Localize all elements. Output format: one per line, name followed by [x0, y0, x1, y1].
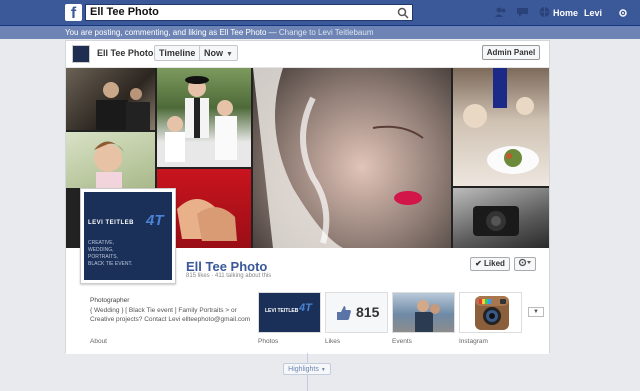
more-apps-button[interactable]: ▼: [528, 307, 544, 317]
check-icon: ✔: [475, 259, 482, 268]
chevron-down-icon: ▼: [226, 51, 233, 58]
photos-tile-logo-text: LEVI TEITLEB: [265, 308, 299, 314]
logo-mark: 4T: [146, 212, 164, 229]
gear-icon: [518, 258, 531, 267]
thumbs-up-icon: [337, 306, 351, 320]
cover-photo-tile: [157, 68, 251, 167]
likes-count: 815: [356, 304, 380, 320]
now-dropdown[interactable]: Now ▼: [199, 45, 238, 61]
instagram-icon: [475, 296, 509, 330]
logo-text: LEVI TEITLEB: [88, 220, 135, 226]
search-value: Ell Tee Photo: [90, 6, 159, 18]
messages-icon[interactable]: [516, 6, 529, 18]
liked-label: Liked: [484, 259, 505, 268]
friend-requests-icon[interactable]: [494, 6, 507, 18]
search-input[interactable]: Ell Tee Photo: [85, 4, 413, 21]
toolbar-page-name[interactable]: Ell Tee Photo: [97, 45, 153, 61]
photos-tile-logo-mark: 4T: [299, 302, 312, 314]
cover-photo-tile: [66, 68, 155, 130]
cover-photo-tile: [66, 132, 155, 188]
notifications-icon[interactable]: [538, 6, 551, 18]
page-title: Ell Tee Photo: [186, 259, 268, 274]
search-icon[interactable]: [397, 7, 409, 19]
likes-app-label[interactable]: Likes: [325, 338, 340, 345]
timeline-label: Timeline: [159, 48, 196, 58]
cover-photo-tile: [453, 68, 549, 186]
logo-tagline: CREATIVE, WEDDING, PORTRAITS, BLACK TIE …: [88, 240, 133, 267]
page-settings-button[interactable]: [514, 257, 536, 271]
page-toolbar: Ell Tee Photo Timeline ▼ Now▼ Admin Panel: [66, 41, 549, 68]
highlights-label: Highlights: [288, 366, 319, 373]
facebook-logo[interactable]: f: [65, 4, 82, 21]
account-settings-icon[interactable]: [618, 8, 628, 18]
likes-app-tile[interactable]: 815: [325, 292, 388, 333]
profile-picture[interactable]: LEVI TEITLEB 4T CREATIVE, WEDDING, PORTR…: [80, 188, 176, 284]
instagram-app-label[interactable]: Instagram: [459, 338, 488, 345]
chevron-down-icon: ▼: [320, 367, 326, 373]
about-tab[interactable]: About: [90, 338, 107, 345]
admin-panel-button[interactable]: Admin Panel: [482, 45, 540, 60]
switch-identity-link[interactable]: Change to Levi Teitlebaum: [279, 28, 374, 37]
photos-app-label[interactable]: Photos: [258, 338, 278, 345]
now-label: Now: [204, 48, 223, 58]
highlights-dropdown[interactable]: Highlights ▼: [283, 363, 331, 375]
home-link[interactable]: Home: [553, 8, 578, 18]
page-logo: LEVI TEITLEB 4T CREATIVE, WEDDING, PORTR…: [84, 192, 172, 280]
cover-photo-tile: [253, 68, 451, 248]
page-thumbnail[interactable]: [72, 45, 90, 63]
about-section: Photographer { Wedding } [ Black Tie eve…: [66, 292, 549, 354]
photos-app-tile[interactable]: LEVI TEITLEB 4T: [258, 292, 321, 333]
page-timeline-card: Ell Tee Photo Timeline▼ Now▼ Admin Panel: [65, 40, 550, 354]
events-app-label[interactable]: Events: [392, 338, 412, 345]
instagram-app-tile[interactable]: [459, 292, 522, 333]
top-bar: f Ell Tee Photo Home Levi: [0, 0, 640, 26]
notice-text: You are posting, commenting, and liking …: [65, 28, 279, 37]
liked-button[interactable]: ✔ Liked: [470, 257, 510, 271]
chevron-down-icon: ▼: [533, 309, 539, 315]
page-category: Photographer: [90, 297, 130, 304]
acting-as-notice: You are posting, commenting, and liking …: [0, 26, 640, 39]
cover-photo-tile: [453, 188, 549, 248]
page-description: { Wedding } [ Black Tie event ] Family P…: [90, 306, 251, 324]
events-app-tile[interactable]: [392, 292, 455, 333]
about-text: Photographer { Wedding } [ Black Tie eve…: [90, 296, 260, 325]
page-stats: 815 likes · 411 talking about this: [186, 273, 272, 279]
profile-link[interactable]: Levi: [584, 8, 602, 18]
